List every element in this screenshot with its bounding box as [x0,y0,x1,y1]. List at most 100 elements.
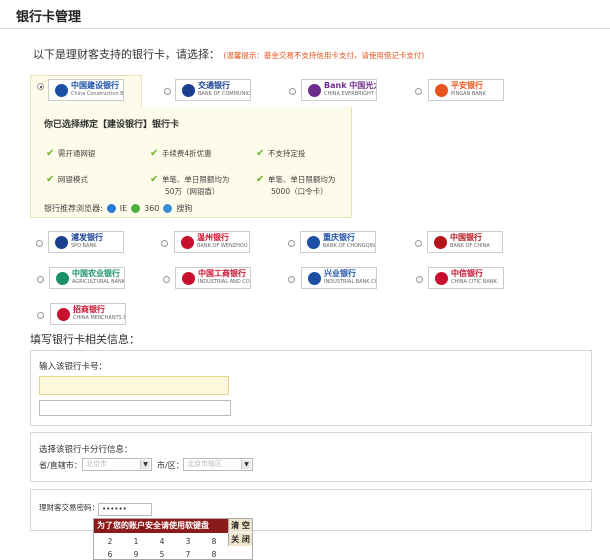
checkmark-icon: ✔ [150,148,162,159]
bank-logo-cmb[interactable]: 招商银行CHINA MERCHANTS BANK [50,303,126,325]
feature-text: 需开通网银 [57,149,96,158]
bank-name-en: BANK OF CHINA [450,243,490,249]
bank-emblem-icon [307,235,320,249]
bank-name-en: China Construction Bank [71,91,124,97]
keyboard-key[interactable]: 6 [101,550,119,559]
bank-emblem-icon [308,83,321,97]
keyboard-key[interactable]: 4 [153,537,171,546]
bank-radio-ccb[interactable] [37,83,44,90]
card-number-input[interactable] [39,376,229,395]
bank-radio-wzb[interactable] [161,240,168,247]
bank-name: 中国建设银行China Construction Bank [71,82,124,98]
bank-emblem-icon [182,271,195,285]
province-select[interactable]: 北京市 ▼ [82,458,152,471]
province-label: 省/直辖市： [39,461,82,470]
feature-text: 5000（口令卡） [271,187,328,196]
bank-radio-citic[interactable] [416,276,423,283]
recommended-browsers: 银行推荐浏览器: IE 360 搜狗 [44,203,192,214]
bank-radio-pingan[interactable] [415,88,422,95]
bank-emblem-icon [308,271,321,285]
keyboard-clear-button[interactable]: 清 空 [228,519,252,532]
chevron-down-icon: ▼ [241,460,251,469]
card-number-confirm-input[interactable] [39,400,231,416]
bank-radio-cmb[interactable] [37,312,44,319]
branch-info-box [30,432,592,482]
bank-name: 交通银行BANK OF COMMUNICATIONS [198,82,250,98]
feature-item: ✔ 单笔、单日限额均为 5000（口令卡） [256,174,335,198]
bank-emblem-icon [435,83,448,97]
bank-logo-cqb[interactable]: 重庆银行 BANK OF CHONGQING [300,231,376,253]
bank-logo-ceb[interactable]: Bank 中国光大银行CHINA EVERBRIGHT BANK [301,79,377,101]
bank-emblem-icon [434,235,447,249]
province-value: 北京市 [86,460,107,468]
page-title: 银行卡管理 [16,10,82,25]
bank-emblem-icon [56,271,69,285]
bank-radio-boc[interactable] [415,240,422,247]
close-label: 关 闭 [231,535,250,544]
bank-logo-pingan[interactable]: 平安银行 PINGAN BANK [428,79,504,101]
bank-radio-abc[interactable] [37,276,44,283]
bank-name: 兴业银行INDUSTRIAL BANK CO.,LTD [324,270,376,286]
bank-name-en: CHINA EVERBRIGHT BANK [324,91,376,97]
bank-radio-cqb[interactable] [288,240,295,247]
checkmark-icon: ✔ [256,148,268,159]
bank-logo-ccb[interactable]: 中国建设银行China Construction Bank [48,79,124,101]
checkmark-icon: ✔ [256,174,268,185]
feature-item: ✔ 不支持定投 [256,148,305,160]
bank-logo-wzb[interactable]: 温州银行 BANK OF WENZHOU [174,231,250,253]
keyboard-key[interactable]: 8 [205,537,223,546]
bank-name-en: PINGAN BANK [451,91,486,97]
prompt-tip: (温馨提示：基金交易不支持信用卡支付，请使用借记卡支付) [223,51,425,60]
keyboard-key[interactable]: 5 [153,550,171,559]
bank-logo-citic[interactable]: 中信银行 CHINA CITIC BANK [428,267,504,289]
browser-sogou: 搜狗 [176,204,193,213]
feature-text: 单笔、单日限额均为 [267,175,336,184]
bank-radio-cib[interactable] [288,276,295,283]
password-input[interactable]: •••••• [98,503,152,516]
keyboard-close-button[interactable]: 关 闭 [228,533,252,546]
bank-logo-icbc[interactable]: 中国工商银行INDUSTRIAL AND COMMERCIAL BANK OF … [175,267,251,289]
feature-text: 50万（网银盾） [165,187,220,196]
bank-select-prompt: 以下是理财客支持的银行卡，请选择： (温馨提示：基金交易不支持信用卡支付，请使用… [33,46,424,62]
feature-item: ✔ 单笔、单日限额均为 50万（网银盾） [150,174,229,198]
feature-text: 单笔、单日限额均为 [161,175,230,184]
keyboard-key[interactable]: 2 [101,537,119,546]
bank-logo-bocom[interactable]: 交通银行BANK OF COMMUNICATIONS [175,79,251,101]
bank-radio-ceb[interactable] [289,88,296,95]
keyboard-key[interactable]: 1 [127,537,145,546]
bank-name-en: SPD BANK [71,243,97,249]
bank-name: 中信银行 CHINA CITIC BANK [451,269,497,286]
sogou-browser-icon [163,204,173,213]
bank-logo-boc[interactable]: 中国银行 BANK OF CHINA [427,231,503,253]
bank-logo-spdb[interactable]: 浦发银行 SPD BANK [48,231,124,253]
bank-emblem-icon [55,83,68,97]
city-select[interactable]: 北京市辖区 ▼ [183,458,253,471]
bank-name-en: AGRICULTURAL BANK OF CHINA [72,279,125,285]
bank-logo-cib[interactable]: 兴业银行INDUSTRIAL BANK CO.,LTD [301,267,377,289]
bank-radio-icbc[interactable] [163,276,170,283]
keyboard-key[interactable]: 7 [179,550,197,559]
bank-name-en: CHINA MERCHANTS BANK [73,315,125,321]
feature-text: 手续费4折优惠 [161,149,212,158]
keyboard-key[interactable]: 3 [179,537,197,546]
360-browser-icon [131,204,141,213]
bank-radio-spdb[interactable] [36,240,43,247]
chevron-down-icon: ▼ [140,460,150,469]
form-section-title: 填写银行卡相关信息： [30,333,140,346]
bank-name: 浦发银行 SPD BANK [71,233,103,250]
bank-name: 中国工商银行INDUSTRIAL AND COMMERCIAL BANK OF … [198,270,250,286]
bank-emblem-icon [181,235,194,249]
keyboard-key[interactable]: 9 [127,550,145,559]
bank-name: 重庆银行 BANK OF CHONGQING [323,234,375,250]
ie-icon [106,204,116,213]
keyboard-key[interactable]: 8 [205,550,223,559]
bank-name: 平安银行 PINGAN BANK [451,81,486,98]
city-value: 北京市辖区 [187,460,222,468]
bank-logo-abc[interactable]: 中国农业银行AGRICULTURAL BANK OF CHINA [49,267,125,289]
feature-item: ✔ 手续费4折优惠 [150,148,212,160]
card-number-label: 输入该银行卡号： [39,362,108,372]
bank-name: 中国银行 BANK OF CHINA [450,233,490,250]
browser-ie: IE [119,204,128,213]
bank-name-en: CHINA CITIC BANK [451,279,497,285]
bank-radio-bocom[interactable] [164,88,171,95]
